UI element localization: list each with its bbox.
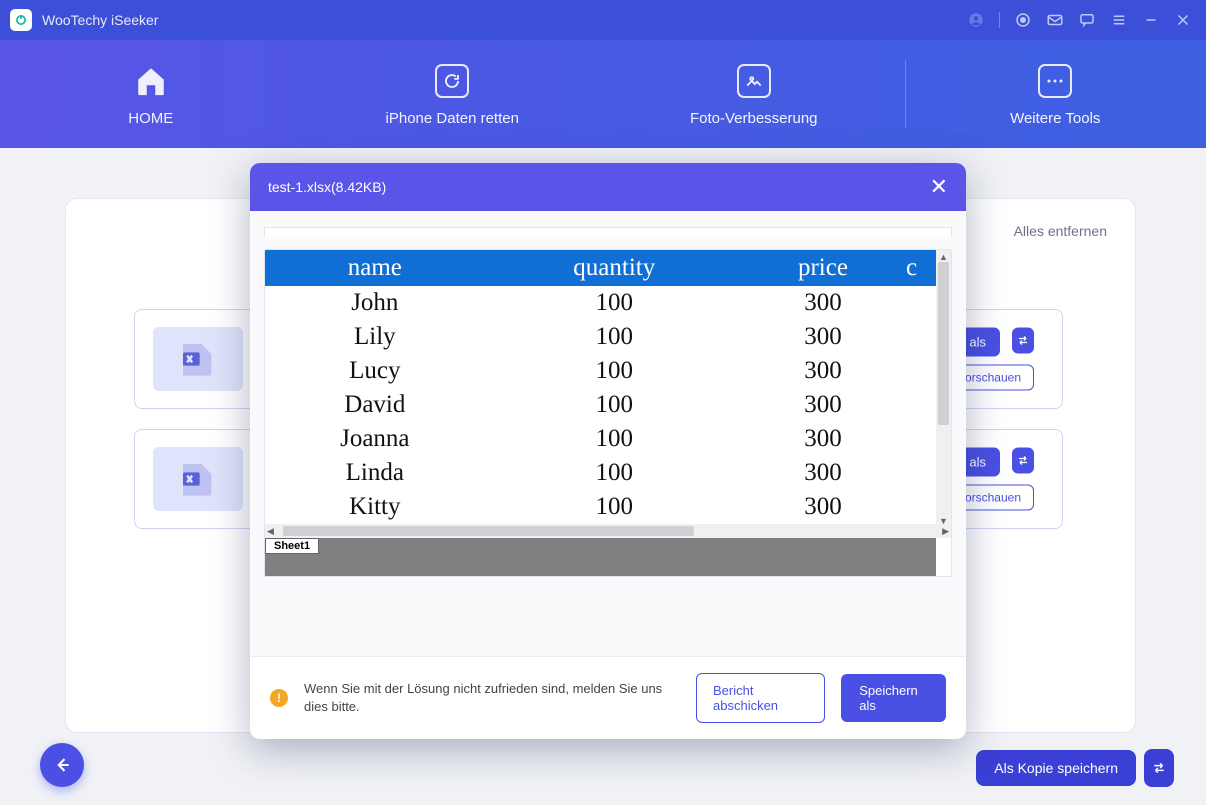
account-icon[interactable] — [967, 11, 985, 29]
swap-icon[interactable] — [1012, 448, 1034, 474]
home-icon — [132, 62, 170, 100]
target-icon[interactable] — [1014, 11, 1032, 29]
modal-body: name quantity price c John100300 Lily100… — [250, 211, 966, 656]
nav-home[interactable]: HOME — [0, 40, 302, 148]
close-icon[interactable]: ✕ — [930, 174, 948, 200]
titlebar: WooTechy iSeeker — [0, 0, 1206, 40]
scroll-left-icon[interactable]: ◀ — [265, 526, 276, 537]
save-as-button[interactable]: Speichern als — [841, 674, 946, 722]
save-as-copy-button[interactable]: Als Kopie speichern — [976, 750, 1136, 786]
refresh-icon — [433, 62, 471, 100]
content-area: Alles entfernen ern als Vorschauen ern a… — [0, 148, 1206, 805]
table-row: Lucy100300 — [265, 354, 936, 388]
nav-iphone-recover[interactable]: iPhone Daten retten — [302, 40, 604, 148]
more-icon — [1036, 62, 1074, 100]
back-button[interactable] — [40, 743, 84, 787]
nav-label: HOME — [128, 110, 173, 127]
swap-icon[interactable] — [1144, 749, 1174, 787]
menu-icon[interactable] — [1110, 11, 1128, 29]
col-header: c — [902, 250, 936, 286]
sheet-tabs-bar: Sheet1 — [265, 538, 936, 576]
remove-all-label: Alles entfernen — [1014, 223, 1107, 239]
separator — [999, 12, 1000, 28]
excel-icon — [153, 447, 243, 511]
scroll-up-icon[interactable]: ▲ — [939, 252, 948, 262]
table-row: Joanna100300 — [265, 422, 936, 456]
footer-message: Wenn Sie mit der Lösung nicht zufrieden … — [304, 680, 664, 716]
nav-more-tools[interactable]: Weitere Tools — [905, 40, 1206, 148]
image-icon — [735, 62, 773, 100]
spreadsheet-preview: name quantity price c John100300 Lily100… — [264, 249, 952, 577]
modal-footer: ! Wenn Sie mit der Lösung nicht zufriede… — [250, 656, 966, 739]
excel-icon — [153, 327, 243, 391]
table-row: Lily100300 — [265, 320, 936, 354]
preview-table: name quantity price c John100300 Lily100… — [265, 250, 936, 524]
nav-label: iPhone Daten retten — [386, 110, 519, 127]
save-as-copy-group: Als Kopie speichern — [976, 749, 1174, 787]
col-header: price — [744, 250, 902, 286]
mail-icon[interactable] — [1046, 11, 1064, 29]
modal-title: test-1.xlsx(8.42KB) — [268, 179, 386, 195]
horizontal-scrollbar[interactable]: ◀ ▶ — [265, 524, 951, 538]
main-nav: HOME iPhone Daten retten Foto-Verbesseru… — [0, 40, 1206, 148]
scroll-down-icon[interactable]: ▼ — [939, 516, 948, 526]
swap-icon[interactable] — [1012, 328, 1034, 354]
vertical-scrollbar[interactable]: ▲ ▼ — [936, 250, 951, 528]
minimize-icon[interactable] — [1142, 11, 1160, 29]
report-button[interactable]: Bericht abschicken — [696, 673, 825, 723]
remove-all-link[interactable]: Alles entfernen — [1014, 223, 1107, 239]
nav-label: Weitere Tools — [1010, 110, 1100, 127]
table-row: David100300 — [265, 388, 936, 422]
table-row: John100300 — [265, 286, 936, 320]
nav-photo-enhance[interactable]: Foto-Verbesserung — [603, 40, 905, 148]
sheet-tab[interactable]: Sheet1 — [265, 538, 319, 554]
close-icon[interactable] — [1174, 11, 1192, 29]
modal-header: test-1.xlsx(8.42KB) ✕ — [250, 163, 966, 211]
table-row: Linda100300 — [265, 456, 936, 490]
col-header: name — [265, 250, 485, 286]
warning-icon: ! — [270, 689, 288, 707]
app-logo — [10, 9, 32, 31]
nav-label: Foto-Verbesserung — [690, 110, 818, 127]
col-header: quantity — [485, 250, 744, 286]
chat-icon[interactable] — [1078, 11, 1096, 29]
table-row: Kitty100300 — [265, 490, 936, 524]
app-title: WooTechy iSeeker — [42, 12, 158, 28]
preview-modal: test-1.xlsx(8.42KB) ✕ name quantity pric… — [250, 163, 966, 739]
